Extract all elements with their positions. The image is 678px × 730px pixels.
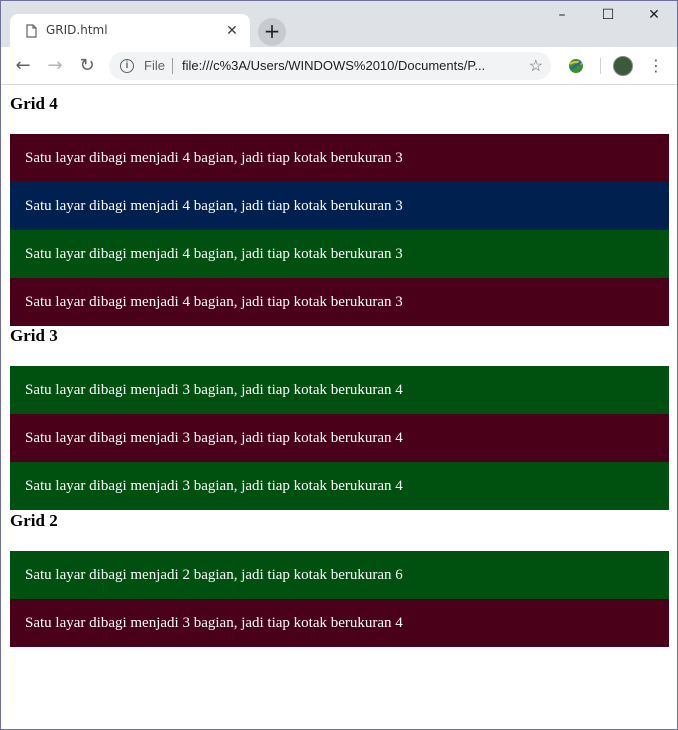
section-heading: Grid 3	[10, 326, 58, 345]
grid-box: Satu layar dibagi menjadi 3 bagian, jadi…	[10, 366, 669, 414]
new-tab-button[interactable]: +	[258, 18, 286, 46]
url-text[interactable]: file:///c%3A/Users/WINDOWS%2010/Document…	[182, 58, 485, 73]
grid-box: Satu layar dibagi menjadi 3 bagian, jadi…	[10, 599, 669, 647]
grid-box: Satu layar dibagi menjadi 3 bagian, jadi…	[10, 414, 669, 462]
close-tab-icon[interactable]: ✕	[224, 22, 240, 38]
toolbar-separator	[600, 58, 601, 74]
reload-button[interactable]: ↻	[75, 54, 99, 78]
tab-grid-html[interactable]: GRID.html ✕	[10, 14, 250, 48]
grid-box: Satu layar dibagi menjadi 3 bagian, jadi…	[10, 462, 669, 510]
bookmark-star-icon[interactable]: ☆	[529, 56, 543, 76]
profile-avatar[interactable]	[613, 56, 633, 76]
minimize-button[interactable]: –	[539, 5, 585, 27]
back-button[interactable]: ←	[11, 54, 35, 78]
page-content: Grid 4 Satu layar dibagi menjadi 4 bagia…	[1, 85, 677, 729]
menu-icon[interactable]: ⋮	[648, 55, 664, 77]
grid-box: Satu layar dibagi menjadi 4 bagian, jadi…	[10, 278, 669, 326]
address-bar[interactable]: i File file:///c%3A/Users/WINDOWS%2010/D…	[109, 52, 551, 80]
grid-box: Satu layar dibagi menjadi 4 bagian, jadi…	[10, 230, 669, 278]
grid-box: Satu layar dibagi menjadi 4 bagian, jadi…	[10, 182, 669, 230]
section-heading: Grid 2	[10, 511, 58, 530]
document-icon	[26, 24, 37, 38]
address-separator	[172, 58, 173, 74]
section-heading: Grid 4	[10, 94, 58, 113]
tab-title: GRID.html	[46, 23, 108, 37]
forward-button[interactable]: →	[43, 54, 67, 78]
grid-box: Satu layar dibagi menjadi 4 bagian, jadi…	[10, 134, 669, 182]
extension-globe-icon[interactable]	[567, 57, 585, 75]
browser-window: GRID.html ✕ + – ☐ ✕ ← → ↻ i File file://…	[0, 0, 678, 730]
grid-box: Satu layar dibagi menjadi 2 bagian, jadi…	[10, 551, 669, 599]
maximize-button[interactable]: ☐	[585, 5, 631, 27]
window-close-button[interactable]: ✕	[631, 5, 677, 27]
info-icon[interactable]: i	[120, 59, 134, 73]
browser-toolbar: ← → ↻ i File file:///c%3A/Users/WINDOWS%…	[1, 47, 677, 85]
tab-strip: GRID.html ✕ + – ☐ ✕	[1, 1, 677, 48]
url-scheme-label: File	[144, 58, 165, 73]
